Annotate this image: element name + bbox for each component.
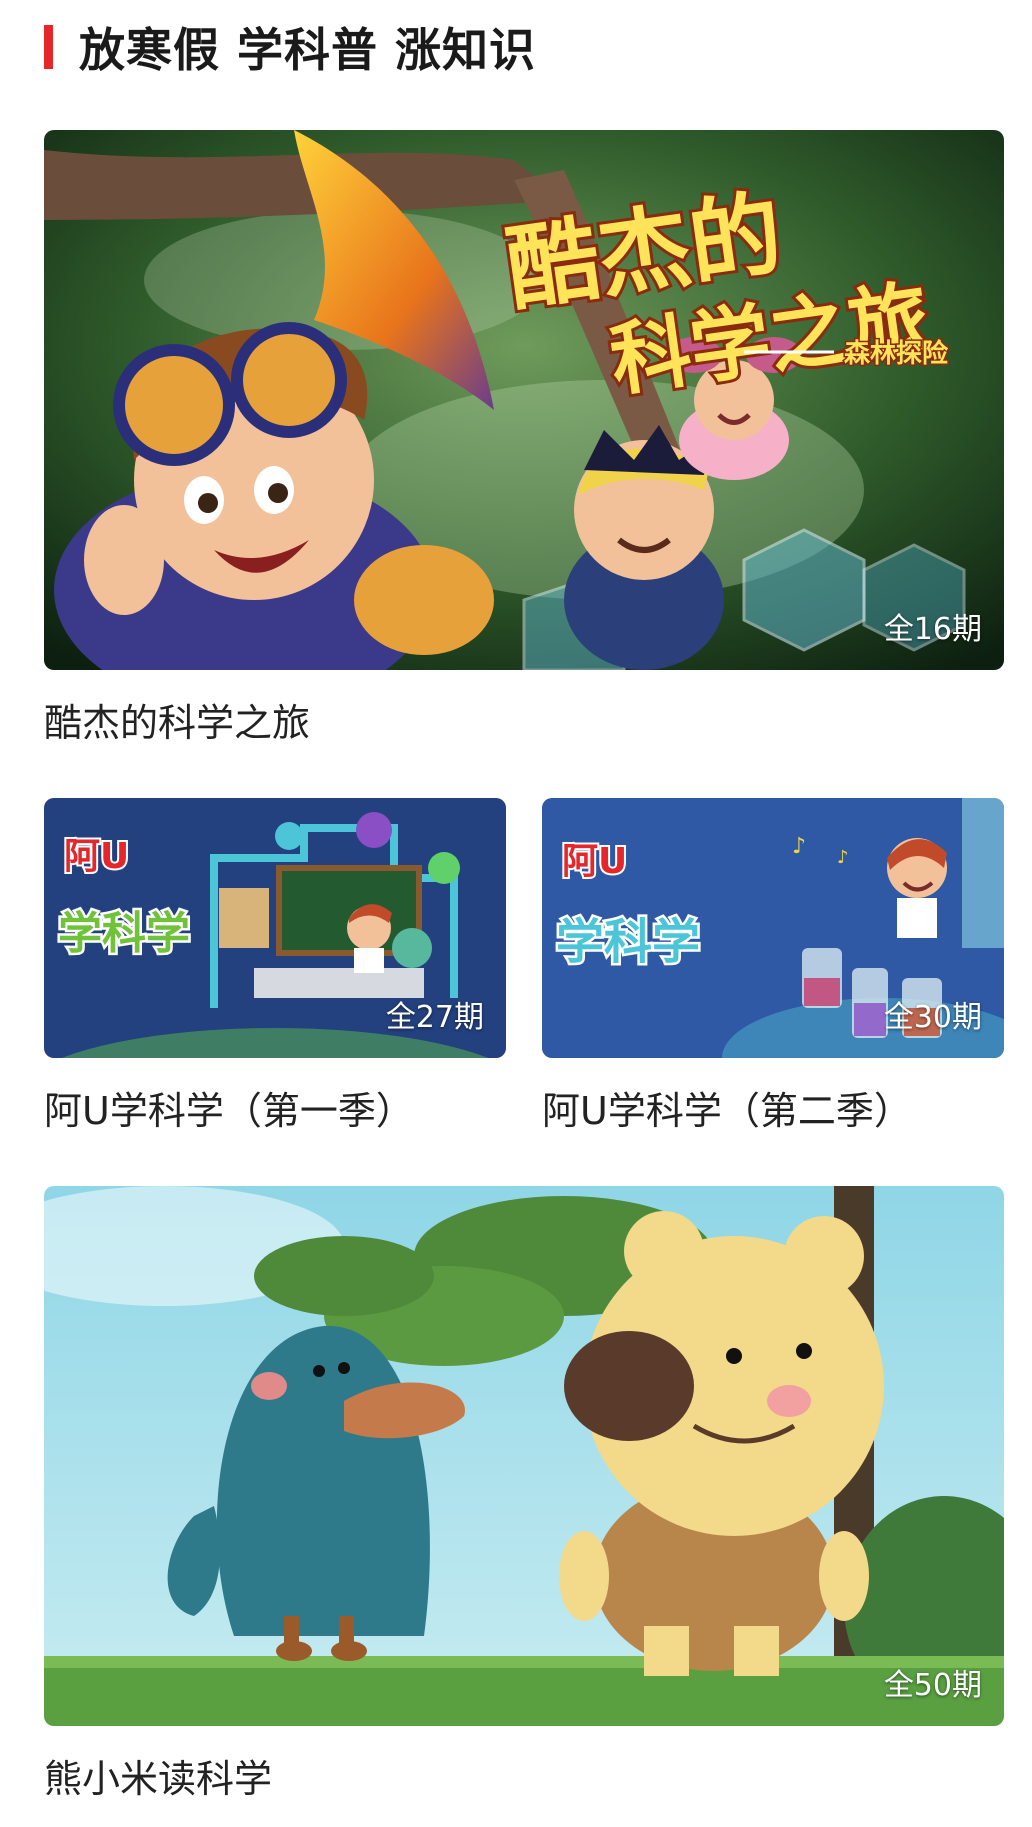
video-title[interactable]: 阿U学科学（第一季） [44,1080,506,1135]
au-logo-bottom: 学科学 [58,908,190,959]
au-logo-top: 阿U [64,836,129,877]
episode-count-badge: 全30期 [883,1000,982,1035]
episode-count-badge: 全27期 [385,1000,484,1035]
section-title: 放寒假 学科普 涨知识 [79,23,537,77]
thumbnail-kujie-art: 酷杰的 科学之旅 森林探险 [44,130,1004,670]
video-card-au-season1[interactable]: 阿U 学科学 全27期 阿U学科学（第一季） [44,798,506,1135]
video-card-kujie[interactable]: 酷杰的 科学之旅 森林探险 全16期 酷杰的科学之旅 [44,130,1004,747]
thumbnail-au-season2[interactable]: ♪ ♪ 阿U 学科学 全30期 [542,798,1004,1058]
thumbnail-kujie[interactable]: 酷杰的 科学之旅 森林探险 全16期 [44,130,1004,670]
thumbnail-au-season1[interactable]: 阿U 学科学 全27期 [44,798,506,1058]
video-title[interactable]: 酷杰的科学之旅 [44,692,1004,747]
svg-text:♪: ♪ [837,847,849,868]
au-logo-bottom: 学科学 [556,914,700,970]
video-title[interactable]: 熊小米读科学 [44,1748,1004,1803]
thumbnail-xiongxiaomi[interactable]: 全50期 [44,1186,1004,1726]
au-logo-top: 阿U [562,841,627,882]
video-card-au-season2[interactable]: ♪ ♪ 阿U 学科学 全30期 阿U学科学（第二季） [542,798,1004,1135]
section-accent-bar [44,25,53,69]
video-title[interactable]: 阿U学科学（第二季） [542,1080,1004,1135]
episode-count-badge: 全50期 [883,1668,982,1703]
section-header: 放寒假 学科普 涨知识 [44,12,536,82]
svg-text:♪: ♪ [792,834,806,859]
episode-count-badge: 全16期 [883,612,982,647]
thumbnail-kujie-subtitle: 森林探险 [844,338,949,369]
video-card-xiongxiaomi[interactable]: 全50期 熊小米读科学 [44,1186,1004,1803]
thumbnail-xiongxiaomi-art [44,1186,1004,1726]
